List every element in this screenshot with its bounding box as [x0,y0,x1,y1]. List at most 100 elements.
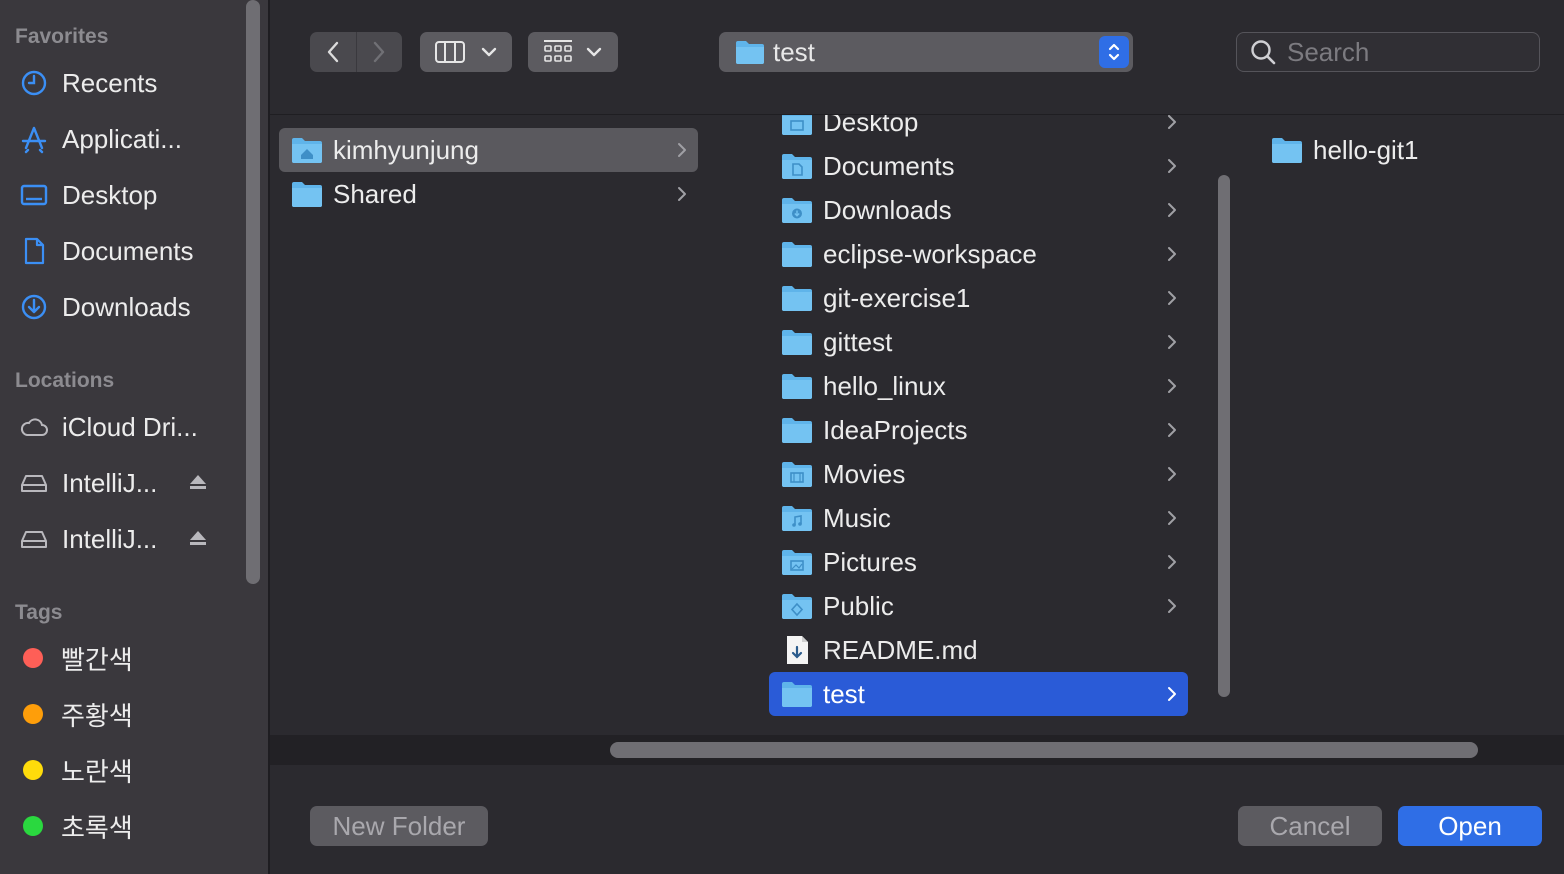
column2-item-eclipse-workspace[interactable]: eclipse-workspace [769,232,1188,276]
chevron-left-icon [327,41,338,63]
sidebar-item-documents[interactable]: Documents [18,229,238,273]
green-tag-dot-icon [23,816,43,836]
column2-item-public[interactable]: Public [769,584,1188,628]
sidebar-item-desktop[interactable]: Desktop [18,173,238,217]
column2-item-readme[interactable]: README.md [769,628,1188,672]
column2-item-ideaprojects[interactable]: IdeaProjects [769,408,1188,452]
item-label: hello-git1 [1313,134,1419,165]
view-mode-button[interactable] [420,32,512,72]
sidebar-item-applications[interactable]: Applicati... [18,117,238,161]
sidebar: Favorites Recents Applicati... Desktop D… [0,0,270,874]
bottom-bar: New Folder Cancel Open [270,765,1564,874]
column2-item-documents[interactable]: Documents [769,144,1188,188]
music-folder-icon [782,506,812,531]
column2-item-pictures[interactable]: Pictures [769,540,1188,584]
folder-icon [782,242,812,267]
column1-item-kimhyunjung[interactable]: kimhyunjung [279,128,698,172]
red-tag-dot-icon [23,648,43,668]
column2-item-music[interactable]: Music [769,496,1188,540]
downloads-folder-icon [782,198,812,223]
sidebar-scrollbar[interactable] [246,0,260,584]
horizontal-scroll-track [270,735,1564,765]
chevron-right-icon [1168,555,1176,569]
column2-scrollbar[interactable] [1218,175,1230,697]
sidebar-item-label: IntelliJ... [62,523,158,554]
column2-item-desktop[interactable]: Desktop [769,115,1188,144]
locations-heading: Locations [15,369,115,392]
column-browser: kimhyunjung Shared Desktop Documents Dow… [270,115,1564,735]
forward-button[interactable] [357,32,403,72]
back-button[interactable] [310,32,357,72]
sidebar-tag-yellow[interactable]: 노란색 [18,748,238,792]
column2-item-downloads[interactable]: Downloads [769,188,1188,232]
eject-icon[interactable] [188,524,208,555]
column3-item-hello-git1[interactable]: hello-git1 [1259,128,1559,172]
sidebar-item-downloads[interactable]: Downloads [18,285,238,329]
folder-icon [782,418,812,443]
group-button[interactable] [528,32,618,72]
chevron-right-icon [1168,115,1176,129]
search-icon [1251,40,1276,65]
sidebar-item-label: 빨간색 [61,644,133,675]
new-folder-button[interactable]: New Folder [310,806,488,846]
chevron-right-icon [678,143,686,157]
sidebar-item-icloud[interactable]: iCloud Dri... [18,405,238,449]
column2-item-movies[interactable]: Movies [769,452,1188,496]
documents-folder-icon [782,154,812,179]
sidebar-tag-green[interactable]: 초록색 [18,804,238,848]
item-label: Documents [823,150,955,181]
column2-item-git-exercise1[interactable]: git-exercise1 [769,276,1188,320]
column2-item-hello-linux[interactable]: hello_linux [769,364,1188,408]
sidebar-item-intellij-2[interactable]: IntelliJ... [18,517,238,561]
eject-icon[interactable] [188,468,208,499]
sidebar-item-label: Recents [62,67,158,98]
sidebar-item-label: 노란색 [61,756,133,787]
chevron-right-icon [1168,467,1176,481]
orange-tag-dot-icon [23,704,43,724]
grid-group-icon [544,40,572,62]
item-label: IdeaProjects [823,414,968,445]
chevron-right-icon [1168,423,1176,437]
chevron-right-icon [374,41,385,63]
chevron-right-icon [1168,247,1176,261]
item-label: test [823,678,865,709]
drive-icon [18,523,50,555]
sidebar-item-intellij-1[interactable]: IntelliJ... [18,461,238,505]
drive-icon [18,467,50,499]
sidebar-item-recents[interactable]: Recents [18,61,238,105]
chevron-down-icon [481,47,497,57]
folder-icon [1272,138,1302,163]
item-label: Pictures [823,546,917,577]
folder-icon [736,41,764,64]
folder-icon [782,330,812,355]
horizontal-scrollbar[interactable] [610,742,1478,758]
download-icon [18,291,50,323]
column2-item-test[interactable]: test [769,672,1188,716]
column2-item-gittest[interactable]: gittest [769,320,1188,364]
sidebar-item-label: Applicati... [62,123,182,154]
chevron-down-icon [586,47,602,57]
nav-buttons [310,32,402,72]
folder-icon [782,374,812,399]
sidebar-item-label: Documents [62,235,194,266]
item-label: Downloads [823,194,952,225]
stepper-icon [1099,36,1129,68]
cloud-icon [18,411,50,443]
chevron-right-icon [1168,291,1176,305]
sidebar-tag-red[interactable]: 빨간색 [18,636,238,680]
applications-icon [18,123,50,155]
open-button[interactable]: Open [1398,806,1542,846]
path-label: test [773,36,815,67]
item-label: Desktop [823,115,919,137]
path-popup-button[interactable]: test [719,32,1133,72]
sidebar-tag-orange[interactable]: 주황색 [18,692,238,736]
item-label: git-exercise1 [823,282,971,313]
chevron-right-icon [1168,335,1176,349]
toolbar: test Search [270,0,1564,115]
chevron-right-icon [1168,203,1176,217]
item-label: Shared [333,178,417,209]
search-field[interactable]: Search [1236,32,1540,72]
sidebar-item-label: iCloud Dri... [62,411,198,442]
cancel-button[interactable]: Cancel [1238,806,1382,846]
column1-item-shared[interactable]: Shared [279,172,698,216]
